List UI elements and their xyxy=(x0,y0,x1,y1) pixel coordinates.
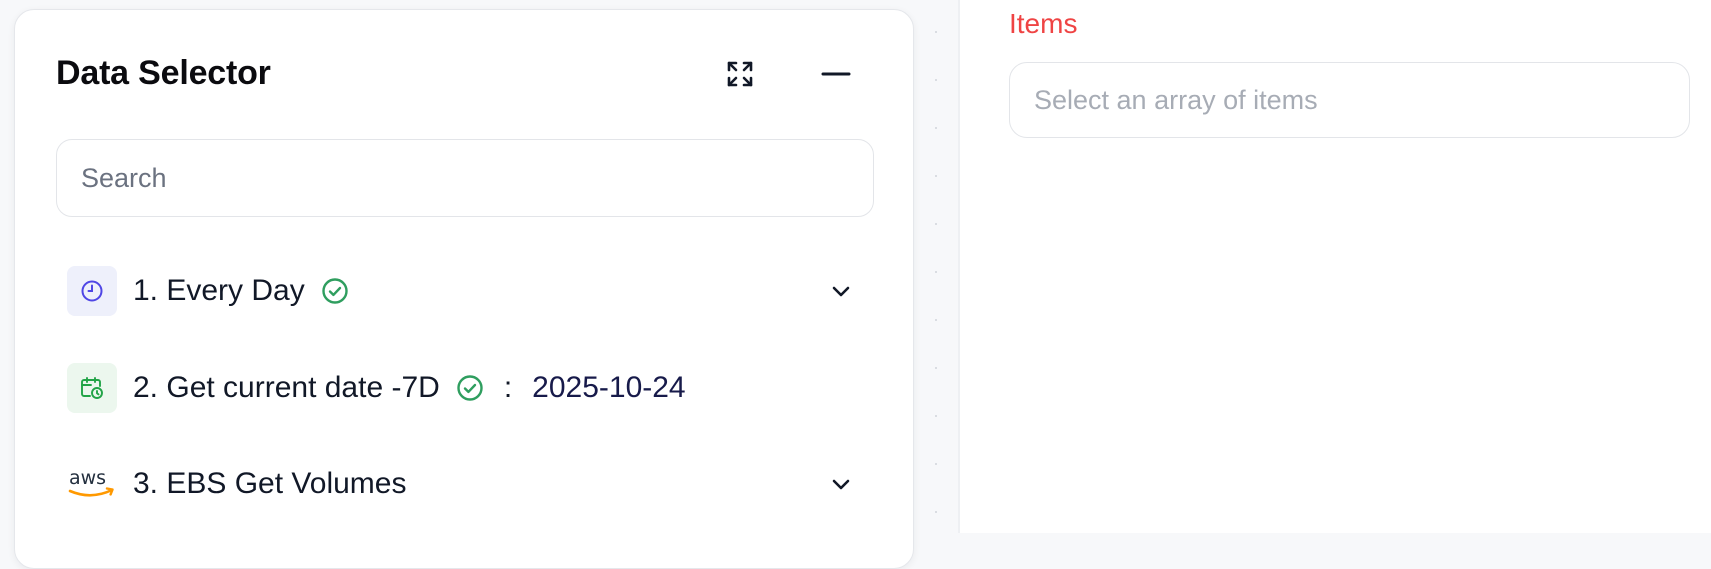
chevron-down-icon[interactable] xyxy=(829,472,853,496)
step-label: 3. EBS Get Volumes xyxy=(133,467,407,500)
step-label: 1. Every Day xyxy=(133,274,305,307)
svg-text:aws: aws xyxy=(69,467,106,489)
items-label: Items xyxy=(1009,8,1078,39)
value-separator: : xyxy=(503,371,513,404)
calendar-clock-icon xyxy=(67,363,117,413)
step-row-get-current-date[interactable]: 2. Get current date -7D : 2025-10-24 xyxy=(67,363,867,413)
items-input[interactable] xyxy=(1009,62,1690,138)
data-selector-panel: Data Selector 1. Every Day xyxy=(14,9,914,569)
aws-logo-icon: aws xyxy=(67,459,117,509)
minus-icon xyxy=(821,72,851,76)
settings-pane: Items xyxy=(960,0,1711,533)
expand-arrows-icon xyxy=(727,61,753,87)
search-input[interactable] xyxy=(56,139,874,217)
step-label: 2. Get current date -7D xyxy=(133,371,440,404)
step-value[interactable]: 2025-10-24 xyxy=(532,371,685,405)
clock-icon xyxy=(67,266,117,316)
check-circle-icon xyxy=(321,277,349,305)
expand-button[interactable] xyxy=(720,54,760,94)
step-row-every-day[interactable]: 1. Every Day xyxy=(67,266,867,316)
check-circle-icon xyxy=(456,374,484,402)
minimize-button[interactable] xyxy=(816,54,856,94)
panel-title: Data Selector xyxy=(56,54,271,92)
step-row-ebs-get-volumes[interactable]: aws 3. EBS Get Volumes xyxy=(67,459,867,509)
chevron-down-icon[interactable] xyxy=(829,279,853,303)
